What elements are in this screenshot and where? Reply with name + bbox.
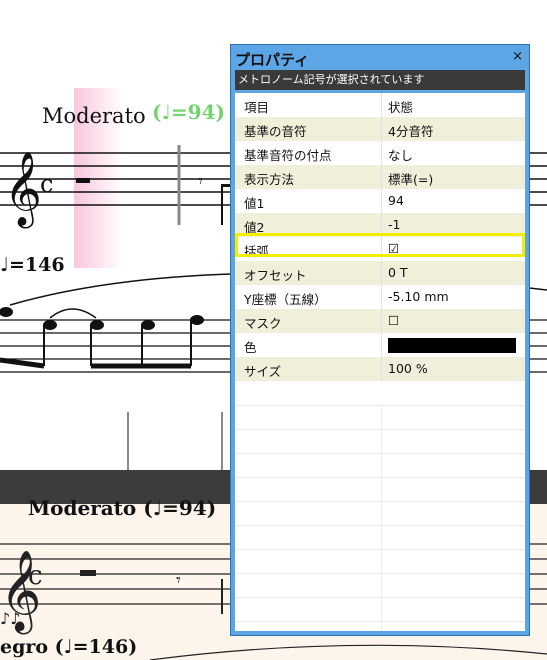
property-grid[interactable]: 項目 状態 基準の音符 4分音符 基準音符の付点 なし 表示方法 標準(=) 値…	[235, 93, 525, 631]
close-icon[interactable]: ×	[512, 49, 523, 64]
property-label: 色	[244, 340, 257, 355]
color-swatch[interactable]	[388, 338, 516, 353]
grid-header: 項目 状態	[235, 93, 525, 117]
common-time-icon: c	[28, 561, 43, 591]
panel-title: プロパティ	[235, 51, 310, 69]
property-value[interactable]: なし	[388, 145, 413, 164]
treble-clef-icon: 𝄞	[4, 152, 42, 229]
property-value[interactable]: -5.10 mm	[388, 289, 449, 304]
property-row-value1[interactable]: 値1 94	[235, 189, 525, 213]
common-time-icon: c	[40, 170, 53, 198]
property-row-y[interactable]: Y座標（五線） -5.10 mm	[235, 285, 525, 309]
property-row-color[interactable]: 色	[235, 333, 525, 357]
property-label: サイズ	[244, 364, 282, 379]
property-row-offset[interactable]: オフセット 0 T	[235, 261, 525, 285]
mask-checkbox[interactable]: ☐	[388, 313, 399, 328]
property-label: マスク	[244, 316, 282, 331]
header-state: 状態	[388, 100, 414, 115]
property-label: 基準音符の付点	[244, 148, 332, 163]
property-row-size[interactable]: サイズ 100 %	[235, 357, 525, 381]
property-row-mask[interactable]: マスク ☐	[235, 309, 525, 333]
property-value[interactable]: 0 T	[388, 265, 408, 280]
selection-status: メトロノーム記号が選択されています	[235, 70, 525, 90]
svg-text:𝄾: 𝄾	[176, 570, 181, 591]
svg-text:♪♪: ♪♪	[0, 609, 20, 628]
property-value[interactable]: 4分音符	[388, 121, 433, 140]
highlight-bracket-row	[235, 233, 525, 257]
whole-rest-icon	[76, 178, 90, 183]
property-value[interactable]: -1	[388, 217, 400, 232]
property-value[interactable]: 94	[388, 193, 404, 208]
property-row-display[interactable]: 表示方法 標準(=)	[235, 165, 525, 189]
eighth-rest-icon: 𝄾	[198, 171, 203, 192]
property-label: Y座標（五線）	[244, 292, 327, 307]
note-heads	[0, 307, 204, 330]
property-label: 基準の音符	[244, 124, 307, 139]
property-label: 表示方法	[244, 172, 295, 187]
property-label: オフセット	[244, 268, 307, 283]
properties-panel[interactable]: プロパティ × メトロノーム記号が選択されています 項目 状態 基準の音符 4分…	[230, 44, 530, 636]
property-value[interactable]: 100 %	[388, 361, 428, 376]
property-value[interactable]: 標準(=)	[388, 169, 433, 188]
property-row-base-note[interactable]: 基準の音符 4分音符	[235, 117, 525, 141]
property-label: 値1	[244, 196, 265, 211]
property-row-dot[interactable]: 基準音符の付点 なし	[235, 141, 525, 165]
header-item: 項目	[244, 100, 270, 115]
